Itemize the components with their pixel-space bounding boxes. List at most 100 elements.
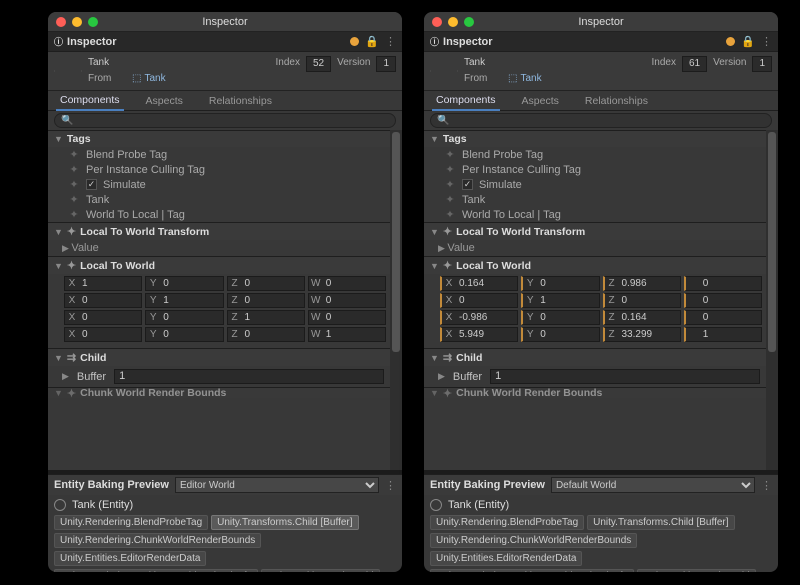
tab-relationships[interactable]: Relationships xyxy=(205,92,276,110)
component-chip[interactable]: Unity.Entities.EntityGuid xyxy=(637,569,756,572)
tags-header[interactable]: ▼Tags xyxy=(424,131,766,147)
tag-row[interactable]: ✦World To Local | Tag xyxy=(424,207,766,222)
buffer-count[interactable]: 1 xyxy=(490,369,760,384)
component-chip[interactable]: Unity.Entities.EditorRenderData xyxy=(54,551,206,566)
lock-icon[interactable]: 🔒 xyxy=(741,35,755,48)
menu-icon[interactable]: ⋮ xyxy=(385,35,396,48)
menu-icon[interactable]: ⋮ xyxy=(385,479,396,492)
tab-relationships[interactable]: Relationships xyxy=(581,92,652,110)
tag-row[interactable]: ✦Per Instance Culling Tag xyxy=(48,162,390,177)
component-chip[interactable]: Unity.Rendering.BlendProbeTag xyxy=(54,515,208,530)
component-chip[interactable]: Unity.Rendering.ChunkWorldRenderBounds xyxy=(430,533,637,548)
matrix-cell[interactable]: Y1 xyxy=(521,293,599,308)
matrix-cell[interactable]: Y1 xyxy=(145,293,223,308)
chunk-bounds-header[interactable]: ▼✦Chunk World Render Bounds xyxy=(48,388,390,398)
source-link[interactable]: ⬚Tank xyxy=(132,72,166,86)
matrix-cell[interactable]: Z0 xyxy=(227,293,305,308)
search-input[interactable] xyxy=(54,113,396,128)
checkbox-checked-icon[interactable]: ✓ xyxy=(462,179,473,190)
lock-icon[interactable]: 🔒 xyxy=(365,35,379,48)
scrollbar[interactable] xyxy=(390,130,402,470)
matrix-cell[interactable]: Y0 xyxy=(145,310,223,325)
child-header[interactable]: ▼⇉Child xyxy=(48,349,390,366)
matrix-cell[interactable]: W0 xyxy=(308,310,386,325)
ltw-header[interactable]: ▼✦Local To World xyxy=(424,257,766,274)
chevron-right-icon[interactable]: ▶ xyxy=(438,371,445,382)
scrollbar-thumb[interactable] xyxy=(768,132,776,352)
matrix-cell[interactable]: X-0.986 xyxy=(440,310,518,325)
matrix-cell[interactable]: 1 xyxy=(684,327,762,342)
value-foldout[interactable]: ▶ Value xyxy=(48,240,390,256)
matrix-cell[interactable]: Z0 xyxy=(227,327,305,342)
tag-row[interactable]: ✦Blend Probe Tag xyxy=(424,147,766,162)
matrix-cell[interactable]: W0 xyxy=(308,293,386,308)
matrix-cell[interactable]: X0.164 xyxy=(440,276,518,291)
matrix-cell[interactable]: Z0.164 xyxy=(603,310,681,325)
world-select[interactable]: Default World xyxy=(551,477,755,493)
live-link-icon[interactable] xyxy=(726,37,735,46)
source-link[interactable]: ⬚Tank xyxy=(508,72,542,86)
tag-row[interactable]: ✦Per Instance Culling Tag xyxy=(424,162,766,177)
component-chip[interactable]: Unity.Transforms.Child [Buffer] xyxy=(211,515,358,530)
child-header[interactable]: ▼⇉Child xyxy=(424,349,766,366)
buffer-count[interactable]: 1 xyxy=(114,369,384,384)
component-chip[interactable]: Unity.Rendering.EntitiesGraphicsChunkInf… xyxy=(430,569,634,572)
tag-row[interactable]: ✦✓Simulate xyxy=(48,177,390,192)
search-input[interactable] xyxy=(430,113,772,128)
live-link-icon[interactable] xyxy=(350,37,359,46)
tag-row[interactable]: ✦✓Simulate xyxy=(424,177,766,192)
menu-icon[interactable]: ⋮ xyxy=(761,479,772,492)
matrix-cell[interactable]: 0 xyxy=(684,293,762,308)
ltw-transform-header[interactable]: ▼✦Local To World Transform xyxy=(48,223,390,240)
matrix-cell[interactable]: Y0 xyxy=(145,276,223,291)
matrix-cell[interactable]: Z1 xyxy=(227,310,305,325)
tab-components[interactable]: Components xyxy=(432,91,500,111)
tag-row[interactable]: ✦World To Local | Tag xyxy=(48,207,390,222)
matrix-cell[interactable]: Y0 xyxy=(521,327,599,342)
matrix-cell[interactable]: Y0 xyxy=(521,276,599,291)
chevron-right-icon[interactable]: ▶ xyxy=(62,371,69,382)
menu-icon[interactable]: ⋮ xyxy=(761,35,772,48)
tags-header[interactable]: ▼Tags xyxy=(48,131,390,147)
tab-inspector[interactable]: ⓘInspector xyxy=(54,35,117,48)
titlebar[interactable]: Inspector xyxy=(48,12,402,32)
matrix-cell[interactable]: X1 xyxy=(64,276,142,291)
world-select[interactable]: Editor World xyxy=(175,477,379,493)
matrix-cell[interactable]: Y0 xyxy=(145,327,223,342)
matrix-cell[interactable]: W1 xyxy=(308,327,386,342)
component-chip[interactable]: Unity.Entities.EntityGuid xyxy=(261,569,380,572)
matrix-cell[interactable]: W0 xyxy=(308,276,386,291)
matrix-cell[interactable]: X0 xyxy=(64,293,142,308)
matrix-cell[interactable]: 0 xyxy=(684,310,762,325)
ltw-transform-header[interactable]: ▼✦Local To World Transform xyxy=(424,223,766,240)
tab-inspector[interactable]: ⓘInspector xyxy=(430,35,493,48)
matrix-cell[interactable]: Z0 xyxy=(227,276,305,291)
matrix-cell[interactable]: Y0 xyxy=(521,310,599,325)
tab-aspects[interactable]: Aspects xyxy=(142,92,187,110)
tab-aspects[interactable]: Aspects xyxy=(518,92,563,110)
titlebar[interactable]: Inspector xyxy=(424,12,778,32)
tag-row[interactable]: ✦Tank xyxy=(48,192,390,207)
matrix-cell[interactable]: Z33.299 xyxy=(603,327,681,342)
matrix-cell[interactable]: X0 xyxy=(64,327,142,342)
component-chip[interactable]: Unity.Rendering.BlendProbeTag xyxy=(430,515,584,530)
tag-row[interactable]: ✦Tank xyxy=(424,192,766,207)
component-chip[interactable]: Unity.Rendering.ChunkWorldRenderBounds xyxy=(54,533,261,548)
value-foldout[interactable]: ▶ Value xyxy=(424,240,766,256)
tag-row[interactable]: ✦Blend Probe Tag xyxy=(48,147,390,162)
ltw-header[interactable]: ▼✦Local To World xyxy=(48,257,390,274)
component-chip[interactable]: Unity.Transforms.Child [Buffer] xyxy=(587,515,734,530)
matrix-cell[interactable]: 0 xyxy=(684,276,762,291)
component-chip[interactable]: Unity.Entities.EditorRenderData xyxy=(430,551,582,566)
matrix-cell[interactable]: X0 xyxy=(64,310,142,325)
matrix-cell[interactable]: X5.949 xyxy=(440,327,518,342)
matrix-cell[interactable]: X0 xyxy=(440,293,518,308)
matrix-cell[interactable]: Z0 xyxy=(603,293,681,308)
scrollbar-thumb[interactable] xyxy=(392,132,400,352)
tab-components[interactable]: Components xyxy=(56,91,124,111)
chunk-bounds-header[interactable]: ▼✦Chunk World Render Bounds xyxy=(424,388,766,398)
component-chip[interactable]: Unity.Rendering.EntitiesGraphicsChunkInf… xyxy=(54,569,258,572)
checkbox-checked-icon[interactable]: ✓ xyxy=(86,179,97,190)
scrollbar[interactable] xyxy=(766,130,778,470)
matrix-cell[interactable]: Z0.986 xyxy=(603,276,681,291)
